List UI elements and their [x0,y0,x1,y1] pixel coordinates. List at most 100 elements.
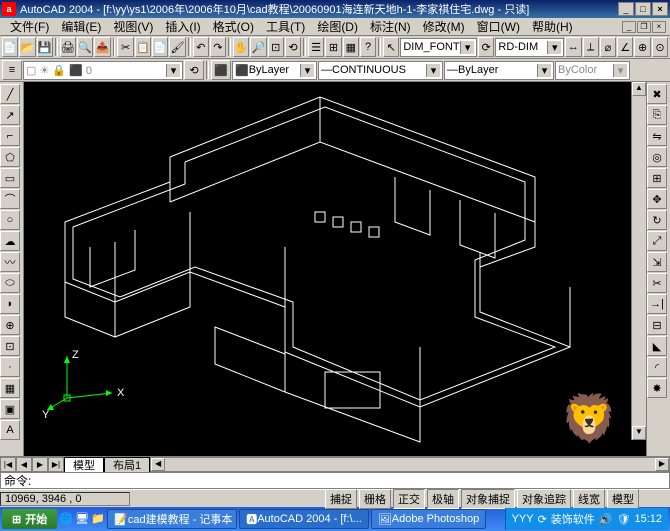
designcenter-icon[interactable]: ⊞ [325,37,341,57]
ellipse-icon[interactable]: ⬭ [0,273,20,293]
toolpalette-icon[interactable]: ▦ [343,37,359,57]
dim-a-icon[interactable]: ↔ [565,37,581,57]
dim-c-icon[interactable]: ⌀ [600,37,616,57]
paste-icon[interactable]: 📄 [152,37,168,57]
ellipse-arc-icon[interactable]: ◗ [0,294,20,314]
tray-icon-1[interactable]: ⟳ [538,513,547,526]
quicklaunch-app-icon[interactable]: 📁 [91,512,105,526]
tab-last-icon[interactable]: ▶| [48,457,64,472]
lineweight-dropdown[interactable]: — ByLayer▾ [444,61,554,80]
command-line[interactable]: 命令: [0,472,670,489]
dim-d-icon[interactable]: ∠ [617,37,633,57]
maximize-button[interactable]: □ [635,2,651,16]
array-icon[interactable]: ⊞ [647,168,667,188]
mdi-restore[interactable]: ❐ [637,21,651,33]
offset-icon[interactable]: ◎ [647,147,667,167]
tab-model[interactable]: 模型 [64,457,104,472]
properties-icon[interactable]: ☰ [308,37,324,57]
zoom-win-icon[interactable]: ⊡ [268,37,284,57]
chamfer-icon[interactable]: ◣ [647,336,667,356]
vertical-scrollbar[interactable]: ▲ ▼ [631,82,646,440]
menu-file[interactable]: 文件(F) [4,17,55,36]
menu-window[interactable]: 窗口(W) [471,17,526,36]
publish-icon[interactable]: 📤 [94,37,110,57]
polar-toggle[interactable]: 极轴 [427,489,459,509]
tab-layout1[interactable]: 布局1 [104,457,150,472]
start-button[interactable]: ⊞ 开始 [2,509,57,529]
close-button[interactable]: × [652,2,668,16]
tab-prev-icon[interactable]: ◀ [16,457,32,472]
scroll-right-icon[interactable]: ▶ [655,458,669,471]
help-icon[interactable]: ? [360,37,376,57]
menu-modify[interactable]: 修改(M) [417,17,471,36]
copy-obj-icon[interactable]: ⎘ [647,105,667,125]
dim-f-icon[interactable]: ⊙ [652,37,668,57]
pline-icon[interactable]: ⌐ [0,126,20,146]
layer-manager-icon[interactable]: ≡ [2,60,22,80]
mdi-close[interactable]: × [652,21,666,33]
color-dropdown[interactable]: ⬛ ByLayer▾ [232,61,317,80]
horizontal-scrollbar[interactable]: ◀ ▶ [150,457,670,472]
menu-insert[interactable]: 插入(I) [159,17,206,36]
arc-icon[interactable]: ⌒ [0,189,20,209]
xline-icon[interactable]: ↗ [0,105,20,125]
dimstyle-dropdown[interactable]: DIM_FONT▾ [400,38,477,57]
layer-prev-icon[interactable]: ⟲ [184,60,204,80]
layer-dropdown[interactable]: ▢ ☀ 🔒 ⬛ 0▾ [23,61,183,80]
zoom-prev-icon[interactable]: ⟲ [285,37,301,57]
revcloud-icon[interactable]: ☁ [0,231,20,251]
plotstyle-dropdown[interactable]: ByColor▾ [555,61,630,80]
line-icon[interactable]: ╱ [0,84,20,104]
drawing-canvas[interactable]: X Y Z 🦁 ▲ ▼ [24,82,646,456]
new-icon[interactable]: 📄 [2,37,18,57]
point-icon[interactable]: · [0,357,20,377]
insert-block-icon[interactable]: ⊕ [0,315,20,335]
quicklaunch-ie-icon[interactable]: 🌐 [59,512,73,526]
scroll-left-icon[interactable]: ◀ [151,458,165,471]
hatch-icon[interactable]: ▦ [0,378,20,398]
tab-next-icon[interactable]: ▶ [32,457,48,472]
copy-icon[interactable]: 📋 [135,37,151,57]
task-notepad[interactable]: 📝 cad建模教程 - 记事本 [107,509,237,529]
rectangle-icon[interactable]: ▭ [0,168,20,188]
mdi-minimize[interactable]: _ [622,21,636,33]
osnap-toggle[interactable]: 对象捕捉 [461,489,515,509]
stretch-icon[interactable]: ⇲ [647,252,667,272]
extend-icon[interactable]: →| [647,294,667,314]
menu-format[interactable]: 格式(O) [207,17,260,36]
fillet-icon[interactable]: ◜ [647,357,667,377]
clock[interactable]: 15:12 [634,513,662,525]
tray-volume-icon[interactable]: 🔊 [599,513,613,526]
menu-help[interactable]: 帮助(H) [526,17,579,36]
dimstyle2-dropdown[interactable]: RD-DIM▾ [495,38,564,57]
task-photoshop[interactable]: 🖼 Adobe Photoshop [371,509,486,529]
dim-update-icon[interactable]: ⟳ [478,37,494,57]
mirror-icon[interactable]: ⇋ [647,126,667,146]
move-icon[interactable]: ✥ [647,189,667,209]
preview-icon[interactable]: 🔍 [77,37,93,57]
linetype-dropdown[interactable]: — CONTINUOUS▾ [318,61,443,80]
menu-edit[interactable]: 编辑(E) [55,17,107,36]
dim-b-icon[interactable]: ⟂ [583,37,599,57]
match-icon[interactable]: 🖌 [169,37,185,57]
scroll-up-icon[interactable]: ▲ [632,82,646,96]
menu-tools[interactable]: 工具(T) [260,17,311,36]
menu-view[interactable]: 视图(V) [107,17,159,36]
polygon-icon[interactable]: ⬠ [0,147,20,167]
color-swatch-icon[interactable]: ⬛ [211,60,231,80]
undo-icon[interactable]: ↶ [193,37,209,57]
menu-draw[interactable]: 绘图(D) [311,17,364,36]
rotate-icon[interactable]: ↻ [647,210,667,230]
dim-leader-icon[interactable]: ↖ [383,37,399,57]
break-icon[interactable]: ⊟ [647,315,667,335]
scale-icon[interactable]: ⤢ [647,231,667,251]
otrack-toggle[interactable]: 对象追踪 [517,489,571,509]
scroll-down-icon[interactable]: ▼ [632,426,646,440]
snap-toggle[interactable]: 捕捉 [325,489,357,509]
make-block-icon[interactable]: ⊡ [0,336,20,356]
quicklaunch-desktop-icon[interactable]: 🖥 [75,512,89,526]
print-icon[interactable]: 🖨 [60,37,76,57]
task-autocad[interactable]: 🅰 AutoCAD 2004 - [f:\... [239,509,369,529]
modelspace-toggle[interactable]: 模型 [607,489,639,509]
open-icon[interactable]: 📂 [19,37,35,57]
